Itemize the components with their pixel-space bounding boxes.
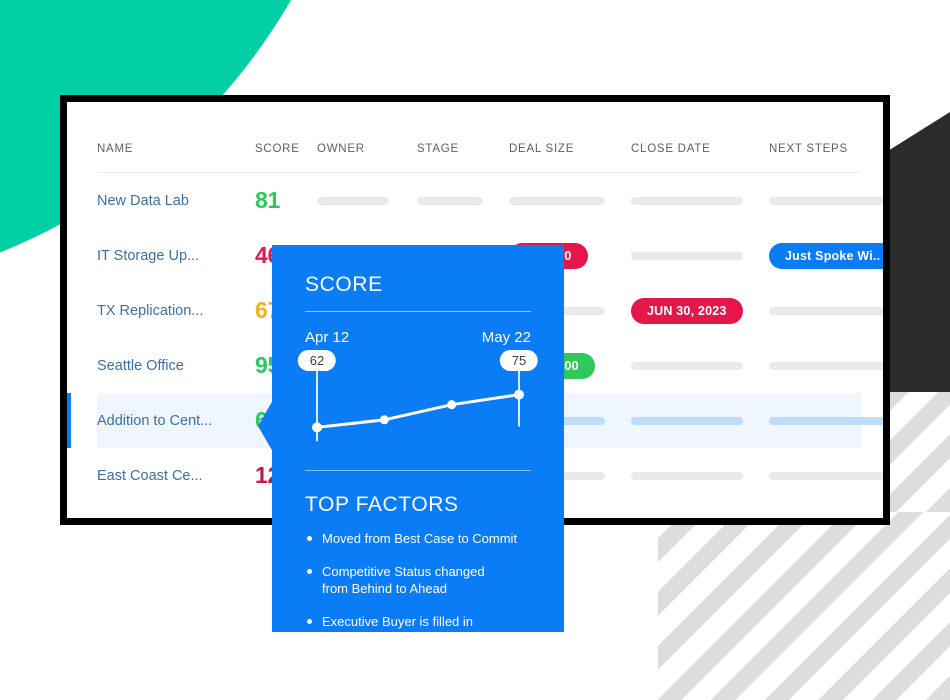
score-chart-end-date: May 22 xyxy=(481,329,531,346)
next-steps-placeholder-bar xyxy=(769,306,883,315)
score-trend-point xyxy=(447,400,457,410)
score-trend-svg xyxy=(312,364,524,442)
deal-name[interactable]: TX Replication... xyxy=(97,303,255,319)
score-chart-end-value: 75 xyxy=(499,350,539,371)
deal-size-placeholder-bar xyxy=(509,196,605,205)
next-steps-cell xyxy=(769,196,883,205)
deal-name[interactable]: Seattle Office xyxy=(97,358,255,374)
column-header-next-steps[interactable]: NEXT STEPS xyxy=(769,143,883,155)
next-steps-cell xyxy=(769,471,883,480)
deal-score: 81 xyxy=(255,187,280,213)
close-date-placeholder-bar xyxy=(631,361,743,370)
score-trend-point xyxy=(379,415,389,425)
close-date-cell xyxy=(631,471,769,480)
score-trend-point xyxy=(312,422,322,433)
top-factor-item: Moved from Best Case to Commit xyxy=(305,530,531,547)
next-steps-cell xyxy=(769,306,883,315)
column-header-score[interactable]: SCORE xyxy=(255,143,317,155)
next-steps-cell xyxy=(769,416,883,425)
column-header-close-date[interactable]: CLOSE DATE xyxy=(631,143,769,155)
next-steps-placeholder-bar xyxy=(769,471,883,480)
top-factor-item: Executive Buyer is filled in xyxy=(305,613,531,630)
close-date-pill[interactable]: JUN 30, 2023 xyxy=(631,297,743,324)
top-factors-title: TOP FACTORS xyxy=(305,493,459,516)
close-date-placeholder-bar xyxy=(631,416,743,425)
close-date-placeholder-bar xyxy=(631,471,743,480)
deal-name[interactable]: IT Storage Up... xyxy=(97,248,255,264)
score-detail-card: SCORE Apr 12 May 22 62 75 TOP FACTORS Mo… xyxy=(258,245,564,632)
deal-name[interactable]: Addition to Cent... xyxy=(97,413,255,429)
close-date-placeholder-bar xyxy=(631,251,743,260)
column-header-owner[interactable]: OWNER xyxy=(317,143,417,155)
column-header-name[interactable]: NAME xyxy=(97,143,255,155)
score-chart-date-labels: Apr 12 May 22 xyxy=(305,329,531,346)
stage-placeholder-bar xyxy=(417,196,483,205)
column-header-stage[interactable]: STAGE xyxy=(417,143,509,155)
score-trend-chart[interactable]: 62 75 xyxy=(297,350,539,464)
table-header-row: NAME SCORE OWNER STAGE DEAL SIZE CLOSE D… xyxy=(97,130,861,173)
deal-owner-cell xyxy=(317,196,417,205)
diagonal-stripes-decoration xyxy=(658,512,950,700)
column-header-deal-size[interactable]: DEAL SIZE xyxy=(509,143,631,155)
score-card-pointer xyxy=(258,400,273,452)
close-date-placeholder-bar xyxy=(631,196,743,205)
score-trend-point xyxy=(514,389,524,400)
top-factors-list: Moved from Best Case to Commit Competitiv… xyxy=(305,530,531,630)
score-card-divider-top xyxy=(305,311,531,312)
next-steps-cell xyxy=(769,361,883,370)
owner-placeholder-bar xyxy=(317,196,389,205)
top-factor-item: Competitive Status changed from Behind t… xyxy=(305,563,531,597)
close-date-cell xyxy=(631,361,769,370)
deal-name[interactable]: East Coast Ce... xyxy=(97,468,255,484)
next-steps-pill[interactable]: Just Spoke Wi.. xyxy=(769,242,883,269)
table-row[interactable]: New Data Lab 81 xyxy=(97,173,883,228)
close-date-cell xyxy=(631,196,769,205)
deal-size-cell xyxy=(509,196,631,205)
deal-stage-cell xyxy=(417,196,509,205)
score-chart-start-date: Apr 12 xyxy=(305,329,350,346)
score-card-title: SCORE xyxy=(305,273,383,296)
next-steps-placeholder-bar xyxy=(769,196,883,205)
deal-name[interactable]: New Data Lab xyxy=(97,193,255,209)
score-trend-line xyxy=(315,393,521,429)
next-steps-placeholder-bar xyxy=(769,361,883,370)
score-chart-start-value: 62 xyxy=(297,350,337,371)
close-date-cell: JUN 30, 2023 xyxy=(631,297,769,324)
close-date-cell xyxy=(631,416,769,425)
score-card-divider-bottom xyxy=(305,470,531,471)
next-steps-placeholder-bar xyxy=(769,416,883,425)
close-date-cell xyxy=(631,251,769,260)
next-steps-cell: Just Spoke Wi.. xyxy=(769,242,883,269)
screenshot-canvas: NAME SCORE OWNER STAGE DEAL SIZE CLOSE D… xyxy=(0,0,950,700)
